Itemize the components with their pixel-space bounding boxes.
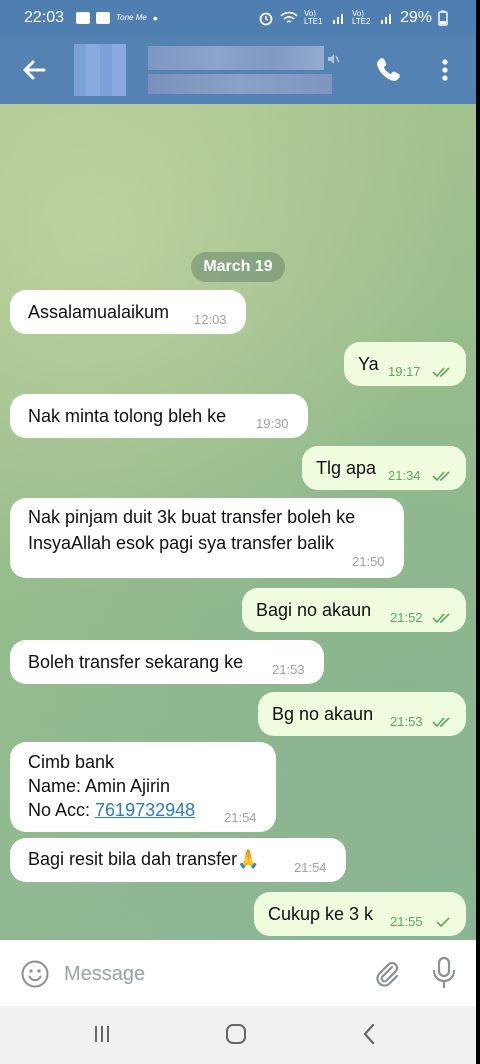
chat-header — [0, 36, 476, 104]
message-bubble[interactable]: Nak pinjam duit 3k buat transfer boleh k… — [10, 498, 404, 578]
recents-button[interactable] — [92, 1024, 112, 1044]
message-text: Nak minta tolong bleh ke — [28, 406, 227, 426]
double-check-icon — [432, 367, 450, 378]
arrow-left-icon — [23, 60, 46, 80]
battery-percent: 29% — [399, 9, 432, 26]
wifi-icon — [280, 11, 298, 23]
message-time: 19:17 — [388, 364, 421, 379]
message-time: 21:54 — [294, 860, 327, 875]
message-text-body: Bagi resit bila dah transfer — [28, 849, 238, 869]
chat-area[interactable]: March 19 Assalamualaikum 12:03 Ya 19:17 … — [0, 104, 476, 940]
message-bubble[interactable]: Assalamualaikum 12:03 — [10, 290, 246, 334]
contact-status — [148, 74, 332, 94]
message-time: 21:53 — [390, 714, 423, 729]
message-text: Cimb bank Name: Amin Ajirin No Acc: 7619… — [28, 750, 195, 822]
more-notifications-dot: • — [152, 10, 158, 26]
paperclip-icon — [376, 961, 399, 987]
more-vertical-icon — [442, 59, 448, 81]
message-bubble[interactable]: Boleh transfer sekarang ke 21:53 — [10, 640, 324, 684]
message-bubble[interactable]: Bg no akaun 21:53 — [258, 692, 466, 736]
date-separator: March 19 — [191, 252, 285, 282]
more-options-button[interactable] — [430, 54, 460, 86]
smile-icon — [21, 960, 49, 988]
message-time: 21:53 — [272, 662, 305, 677]
message-text: Tlg apa — [316, 458, 377, 478]
message-time: 21:34 — [388, 468, 421, 483]
message-text: Bagi no akaun — [256, 600, 372, 620]
message-bubble[interactable]: Cimb bank Name: Amin Ajirin No Acc: 7619… — [10, 742, 276, 832]
emoji-button[interactable] — [20, 959, 50, 989]
home-button[interactable] — [224, 1022, 248, 1046]
nav-back-button[interactable] — [360, 1022, 378, 1046]
message-input-bar — [0, 940, 476, 1006]
message-bubble[interactable]: Bagi no akaun 21:52 — [242, 588, 466, 632]
account-number-link[interactable]: 7619732948 — [95, 800, 195, 820]
home-icon — [226, 1024, 246, 1044]
double-check-icon — [432, 471, 450, 482]
back-button[interactable] — [18, 54, 50, 86]
microphone-icon — [432, 956, 456, 989]
screen: 22:03 Tone Me • Vo) LTE1 Vo) LTE2 29% Ma… — [0, 0, 476, 1064]
message-text: Bagi resit bila dah transfer🙏 — [28, 847, 260, 871]
message-text: Bg no akaun — [272, 704, 374, 724]
status-left-icons: Tone Me • — [76, 10, 158, 26]
message-bubble[interactable]: Cukup ke 3 k 21:55 — [254, 892, 466, 936]
muted-icon — [328, 54, 340, 64]
message-time: 12:03 — [194, 312, 227, 327]
message-time: 21:50 — [352, 554, 385, 569]
message-text: Boleh transfer sekarang ke — [28, 652, 244, 672]
message-text: Nak pinjam duit 3k buat transfer boleh k… — [28, 507, 356, 553]
contact-avatar[interactable] — [74, 44, 126, 96]
praying-hands-emoji: 🙏 — [237, 849, 260, 869]
single-check-icon — [436, 917, 450, 928]
message-text: Ya — [358, 354, 379, 374]
status-right-icons: Vo) LTE1 Vo) LTE2 29% — [258, 9, 448, 27]
phone-icon — [377, 58, 400, 81]
double-check-icon — [432, 717, 450, 728]
status-bar: 22:03 Tone Me • Vo) LTE1 Vo) LTE2 29% — [0, 0, 476, 36]
status-time: 22:03 — [24, 9, 65, 26]
double-check-icon — [432, 613, 450, 624]
message-time: 21:54 — [224, 810, 257, 825]
tone-notification-icon: Tone Me — [116, 13, 147, 22]
message-time: 21:55 — [390, 914, 423, 929]
message-bubble[interactable]: Ya 19:17 — [344, 342, 466, 386]
back-icon — [363, 1023, 375, 1045]
message-time: 19:30 — [256, 416, 289, 431]
network2-label: Vo) LTE2 — [351, 9, 371, 26]
message-input[interactable] — [62, 958, 356, 990]
message-text: Assalamualaikum — [28, 302, 170, 322]
signal2-icon — [380, 14, 391, 24]
network1-label: Vo) LTE1 — [303, 9, 323, 26]
voice-message-button[interactable] — [430, 956, 458, 990]
attach-button[interactable] — [372, 958, 402, 988]
system-nav-bar — [0, 1006, 476, 1064]
gallery-notification-icon — [96, 12, 110, 24]
youtube-notification-icon — [76, 12, 90, 24]
call-button[interactable] — [372, 54, 402, 86]
message-bubble[interactable]: Tlg apa 21:34 — [302, 446, 466, 490]
message-bubble[interactable]: Bagi resit bila dah transfer🙏 21:54 — [10, 838, 346, 882]
message-text: Cukup ke 3 k — [268, 904, 374, 924]
message-time: 21:52 — [390, 610, 423, 625]
alarm-icon — [259, 12, 273, 26]
signal1-icon — [332, 14, 343, 24]
message-bubble[interactable]: Nak minta tolong bleh ke 19:30 — [10, 394, 308, 438]
contact-name[interactable] — [148, 46, 324, 70]
recents-icon — [95, 1026, 109, 1042]
battery-icon — [438, 10, 448, 26]
